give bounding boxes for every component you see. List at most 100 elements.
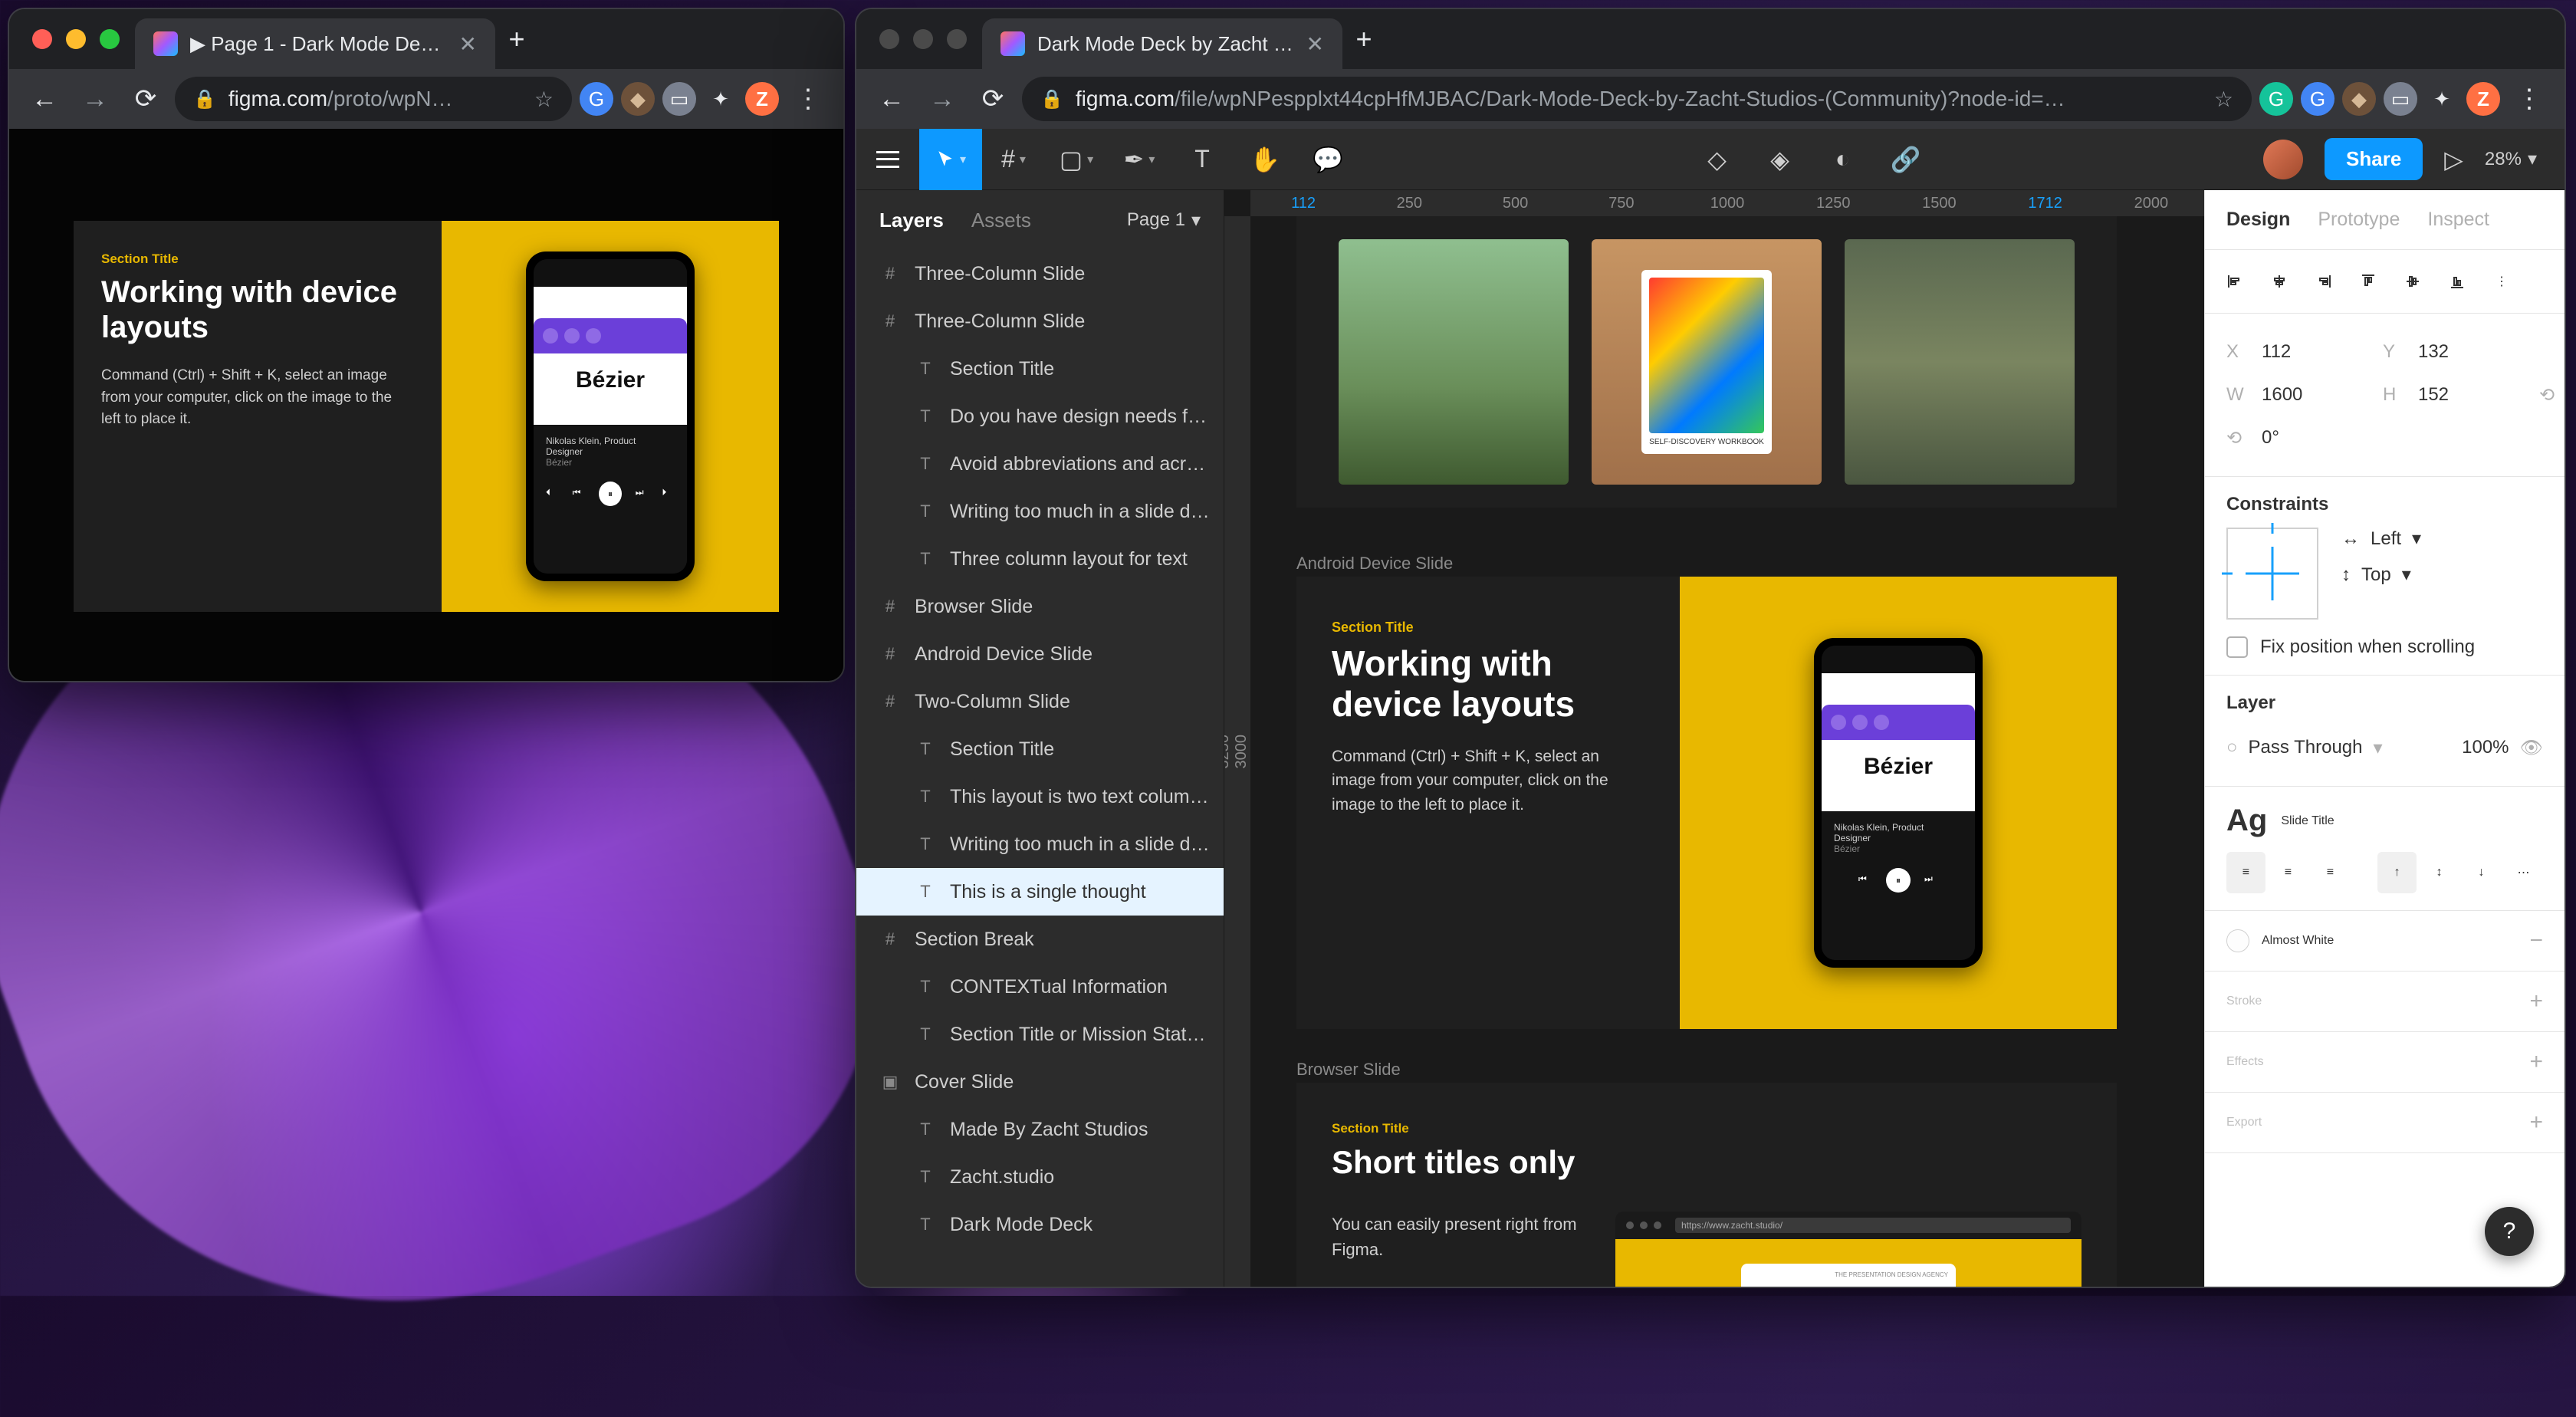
figma-canvas[interactable]: 11225050075010001250150017122000 3000325… xyxy=(1224,190,2204,1287)
tab-assets[interactable]: Assets xyxy=(971,209,1031,232)
align-left-icon[interactable] xyxy=(2214,261,2256,302)
text-valign-mid-icon[interactable]: ↕ xyxy=(2420,852,2459,893)
text-valign-top-icon[interactable]: ↑ xyxy=(2377,852,2417,893)
address-bar[interactable]: 🔒 figma.com/file/wpNPespplxt44cpHfMJBAC/… xyxy=(1022,77,2252,121)
text-tool[interactable]: T xyxy=(1171,129,1234,190)
layer-row[interactable]: #Browser Slide xyxy=(856,583,1224,630)
align-hcenter-icon[interactable] xyxy=(2259,261,2300,302)
boolean-icon[interactable]: ◐ xyxy=(1812,129,1875,190)
layer-row[interactable]: TAvoid abbreviations and acron… xyxy=(856,440,1224,488)
layer-row[interactable]: TThis layout is two text column… xyxy=(856,773,1224,820)
minimize-window-icon[interactable] xyxy=(66,29,86,49)
constraint-horizontal-dropdown[interactable]: ↔ Left ▾ xyxy=(2341,528,2421,550)
prop-y[interactable]: 132 xyxy=(2418,341,2528,363)
figma-menu-button[interactable] xyxy=(856,129,919,190)
text-options-icon[interactable]: ⋯ xyxy=(2504,852,2543,893)
extension-icon[interactable]: ▭ xyxy=(2384,82,2417,116)
grammarly-extension-icon[interactable]: G xyxy=(2259,82,2293,116)
add-effect-icon[interactable]: + xyxy=(2529,1049,2543,1075)
layer-row[interactable]: #Section Break xyxy=(856,916,1224,963)
shape-tool[interactable]: ▢▾ xyxy=(1045,129,1108,190)
layer-row[interactable]: TWriting too much in a slide de… xyxy=(856,820,1224,868)
reload-button[interactable]: ⟳ xyxy=(971,77,1014,120)
visibility-icon[interactable]: 👁 xyxy=(2520,737,2543,759)
address-bar[interactable]: 🔒 figma.com/proto/wpN… ☆ xyxy=(175,77,572,121)
close-window-icon[interactable] xyxy=(879,29,899,49)
extension-icon[interactable]: ◆ xyxy=(621,82,655,116)
frame-label-browser[interactable]: Browser Slide xyxy=(1296,1060,1401,1080)
layer-row[interactable]: ▣Cover Slide xyxy=(856,1058,1224,1106)
maximize-window-icon[interactable] xyxy=(100,29,120,49)
tab-close-icon[interactable]: ✕ xyxy=(1306,31,1324,57)
prop-h[interactable]: 152 xyxy=(2418,384,2528,406)
link-icon[interactable]: 🔗 xyxy=(1875,129,1937,190)
tab-close-icon[interactable]: ✕ xyxy=(459,31,477,57)
opacity-field[interactable]: 100% xyxy=(2462,737,2509,758)
tab-inspect[interactable]: Inspect xyxy=(2427,209,2489,231)
browser-tab[interactable]: ▶ Page 1 - Dark Mode Deck by… ✕ xyxy=(135,18,495,69)
kebab-menu-icon[interactable]: ⋮ xyxy=(2508,77,2551,120)
comment-tool[interactable]: 💬 xyxy=(1296,129,1359,190)
layer-row[interactable]: #Android Device Slide xyxy=(856,630,1224,678)
text-style-name[interactable]: Slide Title xyxy=(2281,814,2334,828)
blend-mode-dropdown[interactable]: Pass Through xyxy=(2249,737,2363,758)
layer-row[interactable]: #Three-Column Slide xyxy=(856,298,1224,345)
link-dimensions-icon[interactable]: ⟲ xyxy=(2539,384,2555,406)
hand-tool[interactable]: ✋ xyxy=(1234,129,1296,190)
profile-avatar-icon[interactable]: Z xyxy=(745,82,779,116)
frame-label-android[interactable]: Android Device Slide xyxy=(1296,554,1453,574)
layer-row[interactable]: TZacht.studio xyxy=(856,1153,1224,1201)
constraints-widget[interactable] xyxy=(2226,528,2318,620)
constraint-vertical-dropdown[interactable]: ↕ Top ▾ xyxy=(2341,564,2421,586)
layer-row[interactable]: #Three-Column Slide xyxy=(856,250,1224,298)
extensions-menu-icon[interactable]: ✦ xyxy=(704,82,738,116)
page-dropdown[interactable]: Page 1 ▾ xyxy=(1127,209,1201,232)
translate-extension-icon[interactable]: G xyxy=(2301,82,2334,116)
profile-avatar-icon[interactable]: Z xyxy=(2466,82,2500,116)
frame-tool[interactable]: #▾ xyxy=(982,129,1045,190)
prop-w[interactable]: 1600 xyxy=(2262,384,2372,406)
extension-icon[interactable]: ▭ xyxy=(662,82,696,116)
text-align-right-icon[interactable]: ≡ xyxy=(2311,852,2350,893)
browser-tab[interactable]: Dark Mode Deck by Zacht Stud… ✕ xyxy=(982,18,1342,69)
layer-row[interactable]: TDo you have design needs for… xyxy=(856,393,1224,440)
forward-button[interactable]: → xyxy=(74,77,117,120)
minimize-window-icon[interactable] xyxy=(913,29,933,49)
maximize-window-icon[interactable] xyxy=(947,29,967,49)
user-avatar[interactable] xyxy=(2263,140,2303,179)
frame-browser-slide[interactable]: Section Title Short titles only You can … xyxy=(1296,1083,2117,1287)
layer-row[interactable]: TWriting too much in a slide de… xyxy=(856,488,1224,535)
tab-prototype[interactable]: Prototype xyxy=(2318,209,2400,231)
text-valign-bottom-icon[interactable]: ↓ xyxy=(2462,852,2501,893)
remove-fill-icon[interactable]: − xyxy=(2529,928,2543,954)
text-align-center-icon[interactable]: ≡ xyxy=(2269,852,2308,893)
bookmark-star-icon[interactable]: ☆ xyxy=(2214,87,2233,112)
zoom-dropdown[interactable]: 28% ▾ xyxy=(2485,148,2537,170)
close-window-icon[interactable] xyxy=(32,29,52,49)
pen-tool[interactable]: ✒▾ xyxy=(1108,129,1171,190)
mask-icon[interactable]: ◈ xyxy=(1749,129,1812,190)
align-vcenter-icon[interactable] xyxy=(2392,261,2433,302)
kebab-menu-icon[interactable]: ⋮ xyxy=(787,77,830,120)
align-right-icon[interactable] xyxy=(2303,261,2344,302)
frame-three-column[interactable]: SELF-DISCOVERY WORKBOOK xyxy=(1296,216,2117,508)
layer-row[interactable]: TSection Title or Mission State… xyxy=(856,1011,1224,1058)
prop-x[interactable]: 112 xyxy=(2262,341,2372,363)
layer-row[interactable]: TDark Mode Deck xyxy=(856,1201,1224,1248)
back-button[interactable]: ← xyxy=(23,77,66,120)
layer-row[interactable]: TMade By Zacht Studios xyxy=(856,1106,1224,1153)
layer-row[interactable]: TSection Title xyxy=(856,725,1224,773)
share-button[interactable]: Share xyxy=(2325,138,2423,180)
layer-row[interactable]: TThis is a single thought xyxy=(856,868,1224,916)
prop-rotation[interactable]: 0° xyxy=(2262,427,2372,449)
distribute-icon[interactable]: ⋮ xyxy=(2481,261,2522,302)
forward-button[interactable]: → xyxy=(921,77,964,120)
add-export-icon[interactable]: + xyxy=(2529,1110,2543,1136)
component-icon[interactable]: ◇ xyxy=(1686,129,1749,190)
add-stroke-icon[interactable]: + xyxy=(2529,988,2543,1014)
extensions-menu-icon[interactable]: ✦ xyxy=(2425,82,2459,116)
help-button[interactable]: ? xyxy=(2485,1207,2534,1256)
present-button[interactable]: ▷ xyxy=(2444,129,2463,190)
back-button[interactable]: ← xyxy=(870,77,913,120)
new-tab-button[interactable]: + xyxy=(1342,9,1385,69)
